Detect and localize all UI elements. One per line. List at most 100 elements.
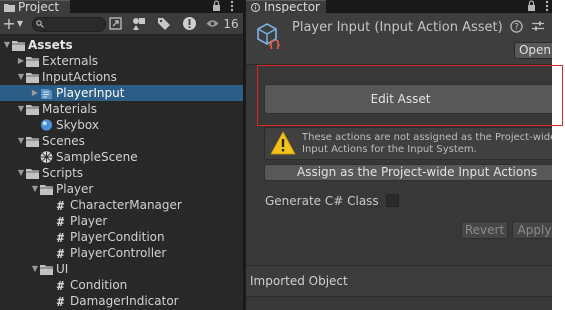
tree-item[interactable]: # PlayerController: [0, 245, 243, 261]
revert-button[interactable]: Revert: [461, 221, 508, 239]
highlight-outline: [257, 65, 563, 126]
folder-icon: [26, 57, 39, 67]
folder-icon: [26, 169, 39, 179]
tree-item-label: DamagerIndicator: [70, 294, 179, 308]
tree-item-label: Assets: [28, 38, 73, 52]
hidden-packages-icon[interactable]: [182, 16, 197, 31]
asset-title: Player Input (Input Action Asset) Ir: [292, 20, 506, 35]
filter-by-type-icon[interactable]: [132, 17, 146, 31]
lock-icon[interactable]: [212, 0, 221, 12]
svg-text:?: ?: [514, 23, 519, 33]
info-icon: [250, 3, 261, 12]
warning-message-line-1: These actions are not assigned as the Pr…: [302, 132, 557, 143]
scene-icon: [40, 151, 53, 163]
tree-item[interactable]: ▼ InputActions: [0, 69, 243, 85]
tree-item-label: SampleScene: [56, 150, 138, 164]
svg-text:#: #: [57, 295, 65, 307]
apply-button[interactable]: Apply: [512, 221, 557, 239]
csharp-script-icon: #: [57, 199, 65, 211]
input-action-asset-icon: {}: [257, 23, 281, 49]
tree-item[interactable]: # Player: [0, 213, 243, 229]
imported-object-label: Imported Object: [250, 274, 348, 288]
tree-item[interactable]: # Condition: [0, 277, 243, 293]
material-icon: [40, 119, 53, 131]
lock-icon[interactable]: [527, 0, 536, 12]
filter-by-label-icon[interactable]: [157, 17, 171, 31]
expand-chevron-down-icon[interactable]: ▼: [17, 133, 25, 149]
project-toolbar: + ▼ 16: [0, 13, 243, 35]
expand-chevron-down-icon[interactable]: ▼: [17, 165, 25, 181]
tree-item[interactable]: ▶ PlayerInput: [0, 85, 243, 101]
window-edge: [552, 0, 565, 310]
tree-item-label: Condition: [70, 278, 128, 292]
expand-chevron-down-icon[interactable]: ▼: [31, 261, 39, 277]
tree-item[interactable]: # DamagerIndicator: [0, 293, 243, 309]
csharp-script-icon: #: [57, 231, 65, 243]
tree-item-label: InputActions: [42, 70, 117, 84]
tree-item-label: Skybox: [56, 118, 99, 132]
csharp-script-icon: #: [57, 247, 65, 259]
tree-item-label: Materials: [42, 102, 98, 116]
hidden-packages-count: 16: [223, 17, 239, 31]
tab-inspector[interactable]: Inspector: [246, 0, 326, 13]
search-field[interactable]: [32, 17, 106, 32]
svg-text:#: #: [57, 215, 65, 227]
folder-icon: [26, 137, 39, 147]
project-tab-bar: Project: [0, 0, 243, 13]
tree-item[interactable]: ▶ Externals: [0, 53, 243, 69]
tree-item-label: CharacterManager: [70, 198, 182, 212]
tree-item[interactable]: SampleScene: [0, 149, 243, 165]
tree-item[interactable]: ▼ Scripts: [0, 165, 243, 181]
help-icon[interactable]: ?: [510, 20, 523, 33]
tab-project[interactable]: Project: [0, 0, 70, 13]
svg-text:#: #: [57, 231, 65, 243]
tree-item-label: UI: [56, 262, 69, 276]
expand-chevron-down-icon[interactable]: ▼: [17, 101, 25, 117]
tree-item-label: Player: [56, 182, 94, 196]
tree-item[interactable]: ▼ Materials: [0, 101, 243, 117]
search-input[interactable]: [47, 18, 105, 31]
eye-icon[interactable]: [206, 19, 219, 28]
open-button[interactable]: Open: [514, 42, 556, 59]
imported-object-section[interactable]: Imported Object: [246, 265, 565, 297]
add-dropdown-chevron-icon[interactable]: ▼: [15, 15, 25, 33]
csharp-script-icon: #: [57, 279, 65, 291]
tree-item[interactable]: ▼ Player: [0, 181, 243, 197]
warning-message: These actions are not assigned as the Pr…: [302, 132, 565, 156]
svg-text:#: #: [57, 199, 65, 211]
expand-chevron-down-icon[interactable]: ▼: [17, 69, 25, 85]
assign-project-wide-button[interactable]: Assign as the Project-wide Input Actions: [264, 164, 565, 181]
folder-icon: [40, 265, 53, 275]
generate-csharp-class-checkbox[interactable]: [386, 194, 399, 207]
sliders-icon[interactable]: [532, 20, 544, 32]
inspector-header: {} Player Input (Input Action Asset) Ir …: [246, 13, 565, 65]
expand-chevron-down-icon[interactable]: ▼: [31, 181, 39, 197]
tree-item[interactable]: ▼ UI: [0, 261, 243, 277]
kebab-menu-icon[interactable]: [229, 0, 235, 12]
expand-chevron-right-icon[interactable]: ▶: [31, 85, 39, 101]
tree-item[interactable]: ▼ Assets: [0, 37, 243, 53]
tree-item[interactable]: # CharacterManager: [0, 197, 243, 213]
add-button[interactable]: +: [2, 15, 16, 33]
svg-text:{}: {}: [268, 38, 281, 49]
csharp-script-icon: #: [57, 215, 65, 227]
warning-icon: [270, 131, 296, 155]
folder-icon: [40, 185, 53, 195]
tree-item[interactable]: Skybox: [0, 117, 243, 133]
kebab-menu-icon[interactable]: [544, 0, 550, 12]
tree-item-label: Scenes: [42, 134, 85, 148]
folder-icon: [4, 4, 15, 12]
generate-csharp-class-label: Generate C# Class: [265, 194, 379, 208]
warning-helpbox: These actions are not assigned as the Pr…: [264, 127, 565, 160]
tree-item-label: PlayerController: [70, 246, 167, 260]
tree-item[interactable]: # PlayerCondition: [0, 229, 243, 245]
inspector-tab-bar: Inspector: [246, 0, 565, 13]
expand-chevron-right-icon[interactable]: ▶: [17, 53, 25, 69]
folder-icon: [26, 73, 39, 83]
expand-chevron-down-icon[interactable]: ▼: [3, 37, 11, 53]
folder-icon: [12, 41, 25, 51]
search-by-type-icon[interactable]: [109, 17, 123, 31]
tree-item[interactable]: ▼ Scenes: [0, 133, 243, 149]
folder-icon: [26, 105, 39, 115]
search-icon: [36, 20, 44, 28]
